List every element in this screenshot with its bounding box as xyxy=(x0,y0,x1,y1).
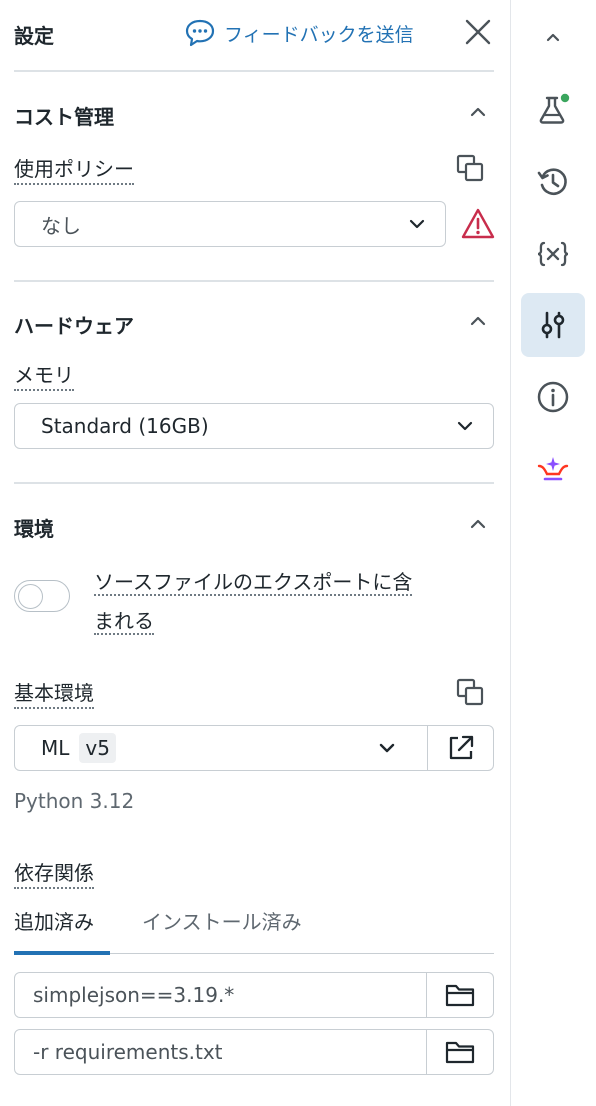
rail-settings-button[interactable] xyxy=(521,293,585,357)
dependency-row: simplejson==3.19.* xyxy=(14,972,494,1018)
tab-added[interactable]: 追加済み xyxy=(14,906,94,935)
rail-experiments-button[interactable] xyxy=(521,78,585,142)
chevron-down-icon xyxy=(377,738,397,758)
open-environment-button[interactable] xyxy=(427,725,494,771)
dependency-row: -r requirements.txt xyxy=(14,1029,494,1075)
panel-title: 設定 xyxy=(14,24,54,48)
sliders-icon xyxy=(537,309,569,341)
export-source-toggle[interactable] xyxy=(14,580,70,612)
rail-history-button[interactable] xyxy=(521,150,585,214)
rail-info-button[interactable] xyxy=(521,365,585,429)
collapse-hardware-chevron-icon[interactable] xyxy=(466,309,490,333)
memory-label: メモリ xyxy=(14,362,74,391)
send-feedback-link[interactable]: フィードバックを送信 xyxy=(184,18,414,48)
browse-folder-button[interactable] xyxy=(427,973,493,1017)
folder-icon xyxy=(444,1039,476,1065)
external-link-icon xyxy=(446,733,476,763)
rail-collapse-button[interactable] xyxy=(521,6,585,70)
dependency-tabs: 追加済み インストール済み xyxy=(14,904,494,955)
tab-installed[interactable]: インストール済み xyxy=(142,906,302,935)
chat-bubble-icon xyxy=(184,18,216,48)
collapse-cost-chevron-icon[interactable] xyxy=(466,100,490,124)
close-icon[interactable] xyxy=(462,16,494,48)
toggle-knob xyxy=(18,583,43,609)
browse-folder-button[interactable] xyxy=(427,1030,493,1074)
memory-value: Standard (16GB) xyxy=(41,414,209,438)
dependency-input[interactable]: simplejson==3.19.* xyxy=(15,973,427,1017)
base-environment-value: ML xyxy=(41,736,70,760)
collapse-environment-chevron-icon[interactable] xyxy=(466,512,490,536)
copy-icon[interactable] xyxy=(454,676,486,708)
rail-variables-button[interactable] xyxy=(521,222,585,286)
folder-icon xyxy=(444,982,476,1008)
warning-icon xyxy=(460,207,496,241)
flask-icon xyxy=(535,92,571,128)
section-title-cost: コスト管理 xyxy=(14,105,114,129)
assistant-icon xyxy=(535,454,571,484)
divider xyxy=(14,280,494,282)
dependency-input[interactable]: -r requirements.txt xyxy=(15,1030,427,1074)
version-badge: v5 xyxy=(79,733,116,763)
toggle-label-line-1: ソースファイルのエクスポートに含 xyxy=(94,570,413,596)
python-version: Python 3.12 xyxy=(14,789,135,813)
active-tab-indicator xyxy=(14,951,110,955)
base-environment-select[interactable]: ML v5 xyxy=(14,725,428,771)
info-icon xyxy=(536,380,570,414)
dependencies-label: 依存関係 xyxy=(14,860,94,889)
export-source-toggle-label: ソースファイルのエクスポートに含 まれる xyxy=(94,563,494,641)
toggle-label-line-2: まれる xyxy=(94,609,154,635)
history-icon xyxy=(536,165,570,199)
section-title-hardware: ハードウェア xyxy=(14,314,134,338)
divider xyxy=(14,482,494,484)
copy-icon[interactable] xyxy=(454,152,486,184)
chevron-down-icon xyxy=(455,416,475,436)
right-icon-rail xyxy=(510,0,596,1106)
section-title-environment: 環境 xyxy=(14,517,54,541)
chevron-down-icon xyxy=(407,214,427,234)
chevron-up-icon xyxy=(542,27,564,49)
divider xyxy=(14,70,494,72)
usage-policy-label: 使用ポリシー xyxy=(14,156,134,185)
usage-policy-select[interactable]: なし xyxy=(14,201,446,247)
memory-select[interactable]: Standard (16GB) xyxy=(14,403,494,449)
settings-panel: 設定 フィードバックを送信 コスト管理 使用ポリシー なし ハードウェア メモリ… xyxy=(0,0,510,1106)
variables-icon xyxy=(535,239,571,269)
feedback-label: フィードバックを送信 xyxy=(224,23,414,46)
usage-policy-value: なし xyxy=(41,213,81,238)
rail-assistant-button[interactable] xyxy=(521,437,585,501)
base-environment-label: 基本環境 xyxy=(14,680,94,709)
